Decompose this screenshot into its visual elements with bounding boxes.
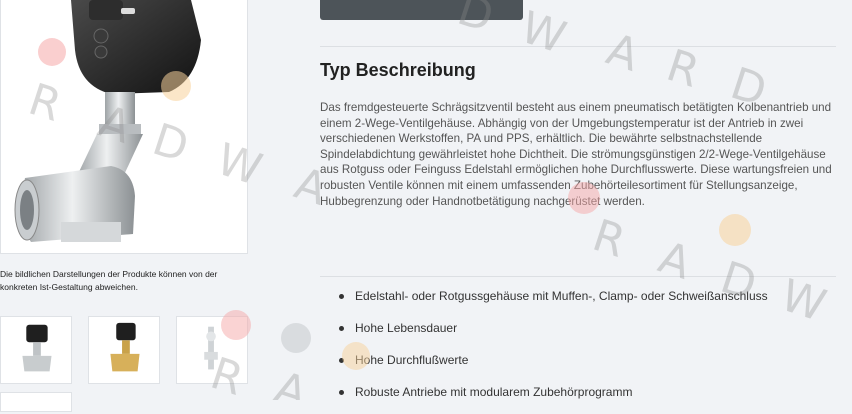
section-title: Typ Beschreibung	[320, 60, 476, 80]
feature-text: Robuste Antriebe mit modularem Zubehörpr…	[355, 385, 633, 399]
svg-text:R: R	[587, 210, 632, 268]
feature-item: Robuste Antriebe mit modularem Zubehörpr…	[320, 382, 768, 414]
svg-text:A: A	[269, 362, 313, 400]
divider-top	[320, 46, 836, 47]
feature-text: Hohe Durchflußwerte	[355, 353, 469, 367]
feature-item: Hohe Lebensdauer	[320, 318, 768, 350]
feature-list: Edelstahl- oder Rotgussgehäuse mit Muffe…	[320, 286, 768, 414]
image-disclaimer: Die bildlichen Darstellungen der Produkt…	[0, 269, 218, 292]
feature-item: Hohe Durchflußwerte	[320, 350, 768, 382]
thumbnail-accessory-image	[204, 326, 218, 370]
buy-now-label: Jetzt kaufen	[320, 0, 523, 10]
feature-text: Edelstahl- oder Rotgussgehäuse mit Muffe…	[355, 289, 768, 303]
thumbnail-1[interactable]	[0, 316, 72, 384]
angle-seat-valve-image	[14, 0, 201, 242]
watermark-dot-icon	[719, 214, 751, 246]
feature-text: Hohe Lebensdauer	[355, 321, 458, 335]
svg-text:A: A	[653, 232, 697, 290]
svg-text:A: A	[601, 24, 645, 82]
buy-now-button[interactable]: Jetzt kaufen	[320, 0, 523, 20]
product-gallery: Die bildlichen Darstellungen der Produkt…	[0, 0, 262, 412]
bullet-icon	[339, 294, 344, 299]
watermark-dot-icon	[281, 323, 311, 353]
thumbnail-valve-gray-image	[22, 324, 52, 372]
thumbnail-valve-brass-image	[110, 322, 140, 372]
svg-text:R: R	[661, 40, 706, 98]
thumbnail-3[interactable]	[176, 316, 248, 384]
divider-features	[320, 276, 836, 277]
bullet-icon	[339, 326, 344, 331]
svg-text:W: W	[515, 2, 572, 64]
svg-text:W: W	[775, 270, 832, 332]
product-description: Das fremdgesteuerte Schrägsitzventil bes…	[320, 101, 832, 208]
main-product-image[interactable]	[0, 0, 248, 254]
bullet-icon	[339, 390, 344, 395]
bullet-icon	[339, 358, 344, 363]
feature-item: Edelstahl- oder Rotgussgehäuse mit Muffe…	[320, 286, 768, 318]
thumbnail-4[interactable]	[0, 392, 72, 412]
thumbnail-2[interactable]	[88, 316, 160, 384]
